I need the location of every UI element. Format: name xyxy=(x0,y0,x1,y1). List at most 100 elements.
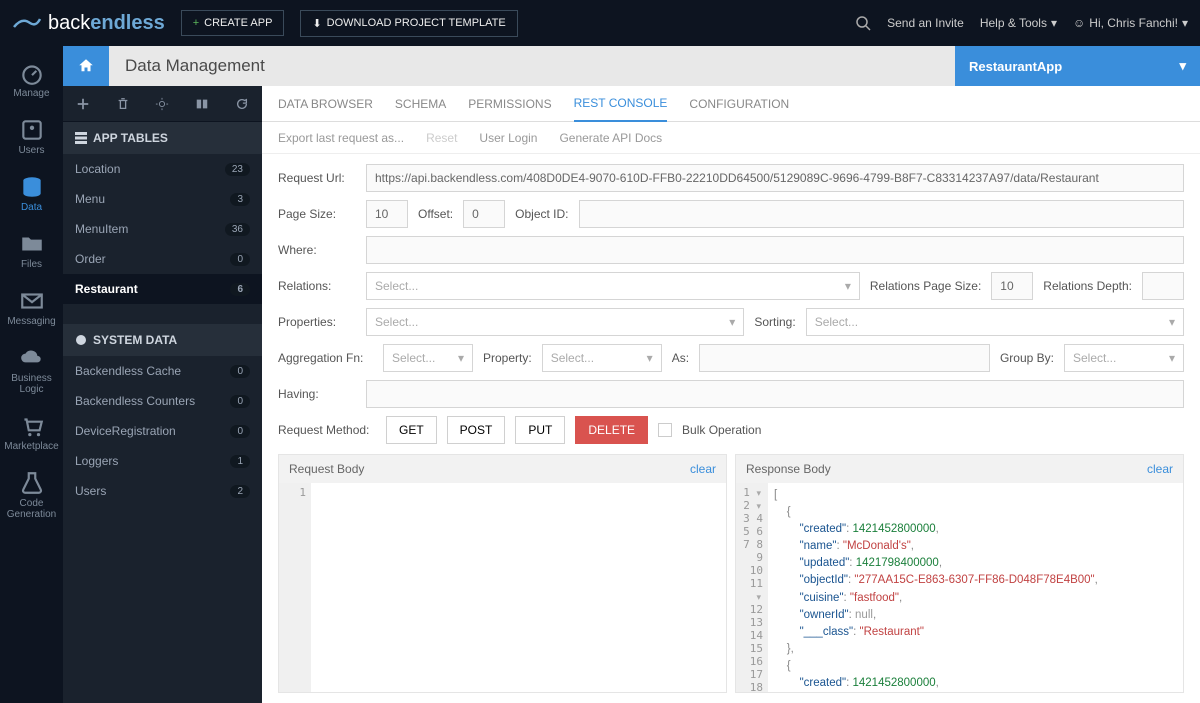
request-gutter: 1 xyxy=(279,483,311,692)
tables-sidebar: APP TABLES Location23Menu3MenuItem36Orde… xyxy=(63,86,262,703)
users-icon xyxy=(19,117,45,143)
request-body-editor[interactable] xyxy=(311,483,726,692)
nav-manage[interactable]: Manage xyxy=(4,54,60,105)
table-order[interactable]: Order0 xyxy=(63,244,262,274)
systable-backendless-counters[interactable]: Backendless Counters0 xyxy=(63,386,262,416)
relations-page-size-input[interactable] xyxy=(991,272,1033,300)
cloud-code-icon xyxy=(19,345,45,371)
nav-users[interactable]: Users xyxy=(4,111,60,162)
request-body-panel: Request Body clear 1 xyxy=(278,454,727,693)
page-size-input[interactable] xyxy=(366,200,408,228)
bulk-operation-checkbox[interactable] xyxy=(658,423,672,437)
home-icon[interactable] xyxy=(63,46,109,86)
nav-messaging[interactable]: Messaging xyxy=(4,282,60,333)
table-menu[interactable]: Menu3 xyxy=(63,184,262,214)
delete-button[interactable]: DELETE xyxy=(575,416,648,444)
logo-text: backendless xyxy=(48,12,165,35)
table-menuitem[interactable]: MenuItem36 xyxy=(63,214,262,244)
object-id-input[interactable] xyxy=(579,200,1185,228)
reset-link[interactable]: Reset xyxy=(426,131,457,145)
nav-business-logic[interactable]: BusinessLogic xyxy=(4,339,60,401)
help-tools-menu[interactable]: Help & Tools ▾ xyxy=(980,16,1057,30)
logo-swoosh-icon xyxy=(12,13,42,33)
gear-icon[interactable] xyxy=(155,97,169,111)
logo[interactable]: backendless xyxy=(12,12,165,35)
flask-icon xyxy=(19,470,45,496)
where-label: Where: xyxy=(278,243,356,257)
offset-input[interactable] xyxy=(463,200,505,228)
offset-label: Offset: xyxy=(418,207,453,221)
response-body-viewer[interactable]: [ { "created": 1421452800000, "name": "M… xyxy=(768,483,1183,692)
post-button[interactable]: POST xyxy=(447,416,506,444)
database-icon xyxy=(19,174,45,200)
nav-marketplace[interactable]: Marketplace xyxy=(4,407,60,458)
generate-api-docs-link[interactable]: Generate API Docs xyxy=(559,131,662,145)
properties-label: Properties: xyxy=(278,315,356,329)
tab-data-browser[interactable]: DATA BROWSER xyxy=(278,87,373,121)
page-size-label: Page Size: xyxy=(278,207,356,221)
tab-configuration[interactable]: CONFIGURATION xyxy=(689,87,789,121)
app-tables-header: APP TABLES xyxy=(63,122,262,154)
where-input[interactable] xyxy=(366,236,1184,264)
request-clear-link[interactable]: clear xyxy=(690,462,716,476)
request-url-input[interactable] xyxy=(366,164,1184,192)
having-input[interactable] xyxy=(366,380,1184,408)
aggregation-fn-label: Aggregation Fn: xyxy=(278,351,373,365)
table-location[interactable]: Location23 xyxy=(63,154,262,184)
systable-users[interactable]: Users2 xyxy=(63,476,262,506)
table-restaurant[interactable]: Restaurant6 xyxy=(63,274,262,304)
relations-page-size-label: Relations Page Size: xyxy=(870,279,981,293)
request-method-label: Request Method: xyxy=(278,423,376,437)
page-title: Data Management xyxy=(109,46,955,86)
gauge-icon xyxy=(19,60,45,86)
user-login-link[interactable]: User Login xyxy=(479,131,537,145)
trash-icon[interactable] xyxy=(116,97,130,111)
nav-data[interactable]: Data xyxy=(4,168,60,219)
gear-small-icon xyxy=(75,334,87,346)
sorting-label: Sorting: xyxy=(754,315,795,329)
group-by-select[interactable]: Select...▾ xyxy=(1064,344,1184,372)
download-template-button[interactable]: ⬇DOWNLOAD PROJECT TEMPLATE xyxy=(300,10,517,37)
bulk-operation-label: Bulk Operation xyxy=(682,423,761,437)
user-menu[interactable]: ☺ Hi, Chris Fanchi! ▾ xyxy=(1073,16,1188,30)
nav-files[interactable]: Files xyxy=(4,225,60,276)
as-input[interactable] xyxy=(699,344,990,372)
refresh-icon[interactable] xyxy=(235,97,249,111)
properties-select[interactable]: Select...▾ xyxy=(366,308,744,336)
put-button[interactable]: PUT xyxy=(515,416,565,444)
system-data-header: SYSTEM DATA xyxy=(63,324,262,356)
systable-backendless-cache[interactable]: Backendless Cache0 xyxy=(63,356,262,386)
request-body-title: Request Body xyxy=(289,462,364,476)
aggregation-fn-select[interactable]: Select...▾ xyxy=(383,344,473,372)
search-icon[interactable] xyxy=(855,15,871,31)
response-body-title: Response Body xyxy=(746,462,831,476)
nav-code-generation[interactable]: CodeGeneration xyxy=(4,464,60,526)
as-label: As: xyxy=(672,351,689,365)
get-button[interactable]: GET xyxy=(386,416,437,444)
relations-depth-label: Relations Depth: xyxy=(1043,279,1132,293)
systable-deviceregistration[interactable]: DeviceRegistration0 xyxy=(63,416,262,446)
send-invite-link[interactable]: Send an Invite xyxy=(887,16,964,30)
export-request-link[interactable]: Export last request as... xyxy=(278,131,404,145)
cart-icon xyxy=(19,413,45,439)
tab-rest-console[interactable]: REST CONSOLE xyxy=(574,86,668,122)
create-app-button[interactable]: +CREATE APP xyxy=(181,10,285,36)
group-by-label: Group By: xyxy=(1000,351,1054,365)
add-icon[interactable] xyxy=(76,97,90,111)
systable-loggers[interactable]: Loggers1 xyxy=(63,446,262,476)
relations-select[interactable]: Select...▾ xyxy=(366,272,860,300)
property-select[interactable]: Select...▾ xyxy=(542,344,662,372)
property-label: Property: xyxy=(483,351,532,365)
relations-label: Relations: xyxy=(278,279,356,293)
stack-icon xyxy=(75,132,87,144)
sorting-select[interactable]: Select...▾ xyxy=(806,308,1184,336)
envelope-icon xyxy=(19,288,45,314)
response-clear-link[interactable]: clear xyxy=(1147,462,1173,476)
tab-schema[interactable]: SCHEMA xyxy=(395,87,446,121)
response-body-panel: Response Bodyclear 1 ▾ 2 ▾ 3 4 5 6 7 8 9… xyxy=(735,454,1184,693)
request-url-label: Request Url: xyxy=(278,171,356,185)
app-selector[interactable]: RestaurantApp▾ xyxy=(955,46,1200,86)
book-icon[interactable] xyxy=(195,97,209,111)
tab-permissions[interactable]: PERMISSIONS xyxy=(468,87,551,121)
relations-depth-input[interactable] xyxy=(1142,272,1184,300)
